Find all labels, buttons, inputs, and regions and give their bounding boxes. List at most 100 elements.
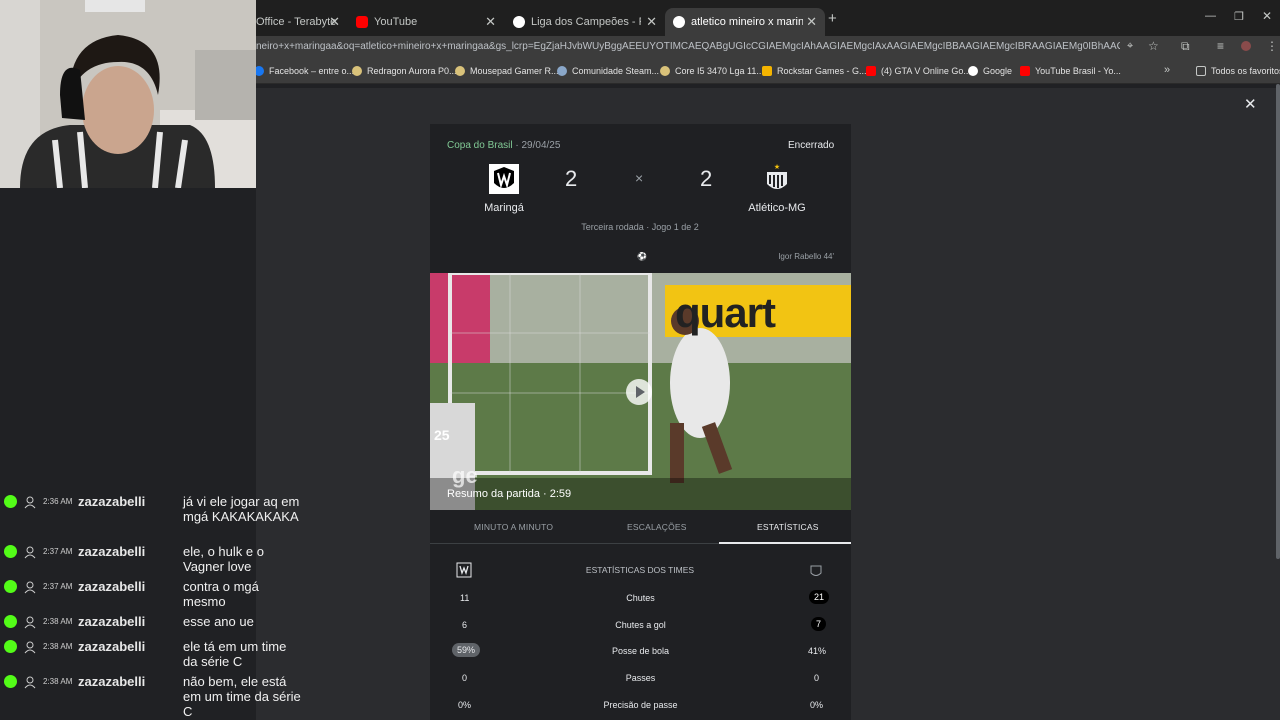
overlay-close-icon[interactable]: ✕ — [1244, 95, 1257, 113]
bookmark-item[interactable]: Google — [968, 66, 1012, 76]
active-tab-indicator — [719, 542, 851, 544]
chat-text: ele, o hulk e o Vagner love — [183, 544, 264, 574]
close-icon[interactable]: ✕ — [329, 14, 340, 30]
chat-time: 2:37 AM — [43, 582, 73, 591]
bookmark-label: YouTube Brasil - Yo... — [1035, 66, 1121, 76]
menu-icon[interactable]: ⋮ — [1266, 39, 1278, 53]
chat-username: zazazabelli — [78, 494, 146, 509]
bookmark-item[interactable]: Rockstar Games - G... — [762, 66, 867, 76]
stat-label: Passes — [625, 673, 656, 683]
user-icon — [23, 640, 37, 654]
ad-banner-text: quart — [675, 289, 776, 336]
goal-scorer: Igor Rabello 44' — [778, 252, 834, 261]
new-tab-icon[interactable]: + — [828, 10, 837, 27]
chat-message: 2:38 AM zazazabelli ele tá em um time da… — [0, 639, 300, 669]
chat-time: 2:38 AM — [43, 617, 73, 626]
location-icon[interactable]: ⌖ — [1127, 40, 1133, 53]
stat-away-value: 41% — [808, 646, 827, 656]
chat-message: 2:38 AM zazazabelli não bem, ele está em… — [0, 674, 301, 719]
bookmark-label: Redragon Aurora P0... — [367, 66, 457, 76]
tab-office-terabyte[interactable]: Office - Terabyte ✕ — [248, 8, 348, 36]
webcam-image — [0, 0, 256, 188]
bookmark-label: Facebook – entre o... — [269, 66, 355, 76]
bookmark-label: Core I5 3470 Lga 11... — [675, 66, 764, 76]
stat-label: Precisão de passe — [603, 700, 678, 710]
media-icon[interactable]: ≡ — [1217, 39, 1224, 53]
stat-row-chutes-a-gol: 6 Chutes a gol 7 — [430, 616, 851, 636]
rockstar-icon — [762, 66, 772, 76]
chat-text: contra o mgá mesmo — [183, 579, 259, 609]
away-score: 2 — [700, 166, 713, 191]
scrollbar[interactable] — [1276, 84, 1280, 559]
chat-time: 2:36 AM — [43, 497, 73, 506]
video-thumbnail[interactable]: quart 25 ge Resumo da partida · 2:59 — [430, 273, 851, 510]
stat-label: Posse de bola — [611, 646, 670, 656]
bookmark-item[interactable]: Facebook – entre o... — [254, 66, 354, 76]
extensions-icon[interactable]: ⧉ — [1181, 39, 1190, 54]
stat-label: Chutes a gol — [615, 620, 666, 630]
home-score: 2 — [565, 166, 578, 191]
bookmark-label: (4) GTA V Online Go... — [881, 66, 971, 76]
ge-logo: ge — [452, 463, 478, 488]
stat-label: Chutes — [626, 593, 655, 603]
tab-youtube[interactable]: YouTube ✕ — [348, 8, 504, 36]
bookmark-label: Google — [983, 66, 1013, 76]
bookmark-item[interactable]: YouTube Brasil - Yo... — [1020, 66, 1121, 76]
home-team-name[interactable]: Maringá — [470, 202, 538, 214]
bookmark-label: Rockstar Games - G... — [777, 66, 867, 76]
chat-time: 2:38 AM — [43, 642, 73, 651]
tab-label: Office - Terabyte — [256, 16, 337, 28]
window-close-icon[interactable]: ✕ — [1262, 9, 1272, 23]
minimize-icon[interactable]: — — [1205, 10, 1216, 22]
competition-line[interactable]: Copa do Brasil · 29/04/25 — [447, 140, 560, 151]
youtube-icon — [866, 66, 876, 76]
kick-badge-icon — [4, 615, 17, 628]
competition-name[interactable]: Copa do Brasil — [447, 140, 513, 151]
tab-liga-dos-campeoes[interactable]: Liga dos Campeões - Pesquisa ✕ — [505, 8, 665, 36]
bookmark-icon — [660, 66, 670, 76]
bookmark-icon — [455, 66, 465, 76]
bookmark-item[interactable]: Mousepad Gamer R... — [455, 66, 559, 76]
player-number: 25 — [434, 427, 450, 443]
play-icon[interactable] — [626, 379, 652, 405]
kick-badge-icon — [4, 545, 17, 558]
close-icon[interactable]: ✕ — [646, 14, 657, 30]
stat-away-value: 21 — [809, 590, 830, 604]
away-team-name[interactable]: Atlético-MG — [740, 202, 814, 214]
chat-text: esse ano ue — [183, 614, 254, 629]
kick-badge-icon — [4, 495, 17, 508]
close-icon[interactable]: ✕ — [485, 14, 496, 30]
tab-atletico-maringa[interactable]: atletico mineiro x maringaa - P ✕ — [665, 8, 825, 36]
all-bookmarks-folder[interactable]: Todos os favoritos — [1196, 66, 1280, 76]
bookmark-item[interactable]: Comunidade Steam... — [557, 66, 659, 76]
google-icon — [968, 66, 978, 76]
more-bookmarks-icon[interactable]: » — [1164, 64, 1170, 76]
url-field[interactable]: neiro+x+maringaa&oq=atletico+mineiro+x+m… — [256, 41, 1120, 52]
chat-time: 2:37 AM — [43, 547, 73, 556]
chat-message: 2:37 AM zazazabelli ele, o hulk e o Vagn… — [0, 544, 300, 574]
stat-away-value: 0% — [810, 700, 824, 710]
user-icon — [23, 495, 37, 509]
youtube-icon — [1020, 66, 1030, 76]
bookmark-item[interactable]: Core I5 3470 Lga 11... — [660, 66, 764, 76]
maringa-logo[interactable] — [488, 163, 520, 200]
chat-message: 2:36 AM zazazabelli já vi ele jogar aq e… — [0, 494, 300, 539]
chat-text: não bem, ele está em um time da série C — [183, 674, 301, 719]
kick-badge-icon — [4, 675, 17, 688]
bookmark-item[interactable]: Redragon Aurora P0... — [352, 66, 457, 76]
atletico-small-logo — [810, 562, 822, 583]
tab-estatisticas[interactable]: ESTATÍSTICAS — [757, 522, 819, 532]
tab-minuto-a-minuto[interactable]: MINUTO A MINUTO — [474, 522, 553, 532]
user-icon — [23, 675, 37, 689]
close-icon[interactable]: ✕ — [806, 14, 817, 30]
stat-row-posse-de-bola: 59% Posse de bola 41% — [430, 642, 851, 662]
star-icon[interactable]: ☆ — [1148, 39, 1159, 53]
bookmark-item[interactable]: (4) GTA V Online Go... — [866, 66, 971, 76]
ball-icon: ⚽ — [637, 252, 647, 261]
tab-escalacoes[interactable]: ESCALAÇÕES — [627, 522, 687, 532]
restore-icon[interactable]: ❐ — [1234, 10, 1244, 23]
chat-message: 2:38 AM zazazabelli esse ano ue — [0, 614, 300, 632]
atletico-mg-logo[interactable]: ★ — [764, 162, 790, 199]
stat-row-chutes: 11 Chutes 21 — [430, 589, 851, 609]
profile-avatar[interactable] — [1241, 41, 1251, 51]
